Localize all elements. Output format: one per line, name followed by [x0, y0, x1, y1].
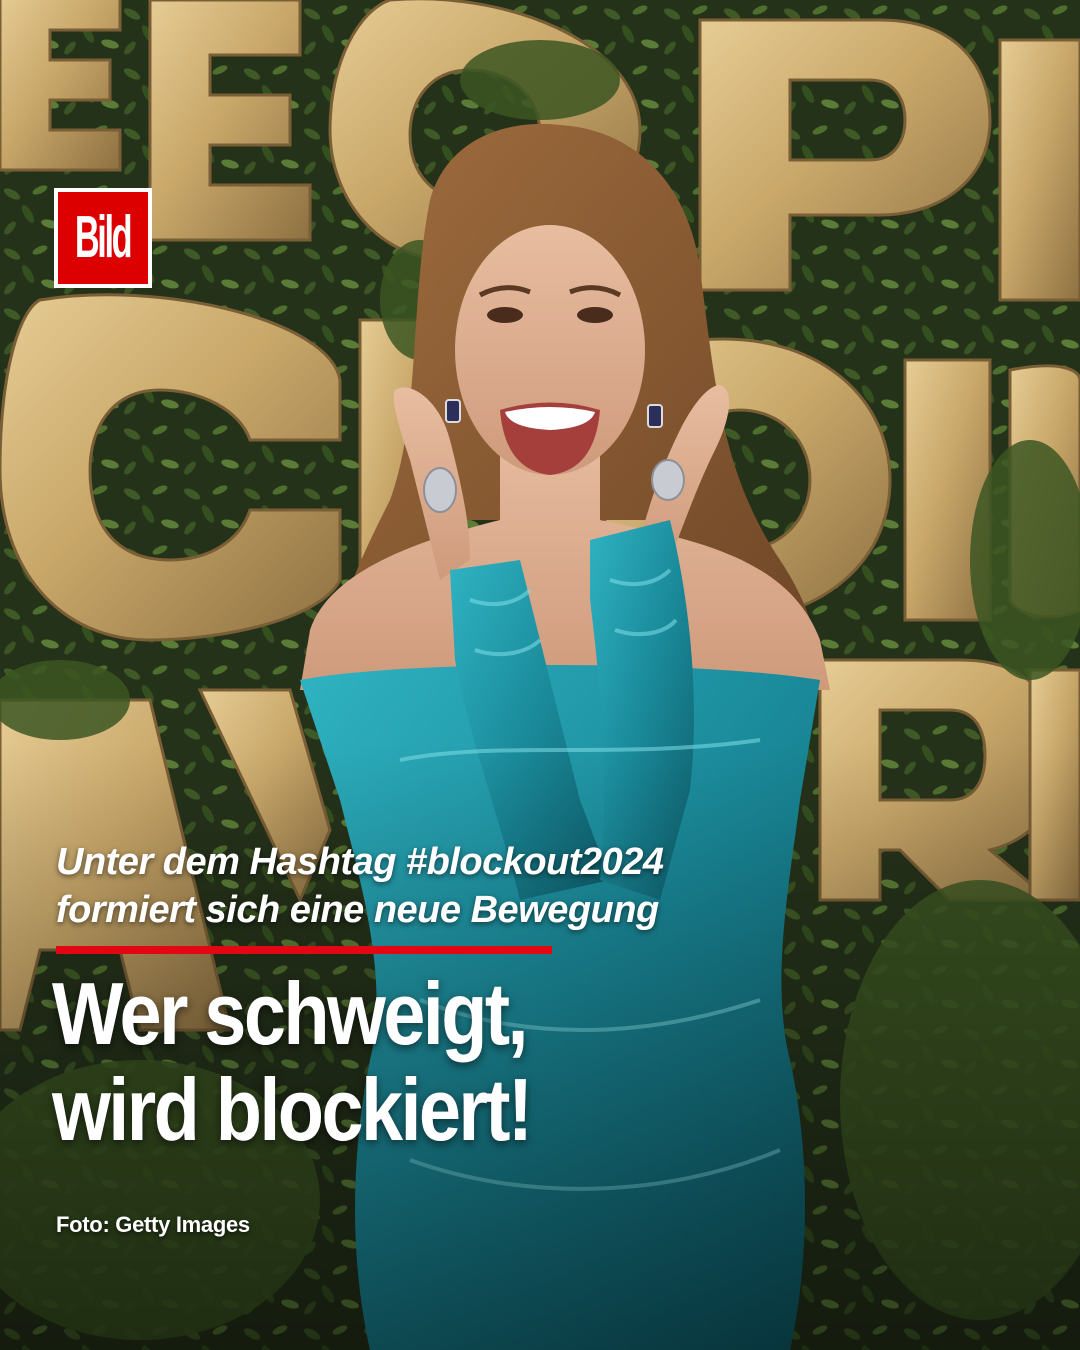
photo-credit: Foto: Getty Images [56, 1212, 250, 1237]
kicker-line-1: Unter dem Hashtag #blockout2024 [56, 841, 664, 883]
headline-line-2: wird blockiert! [52, 1060, 533, 1159]
bild-logo: Bild [54, 188, 152, 288]
kicker-text: Unter dem Hashtag #blockout2024 formiert… [56, 838, 776, 934]
headline: Wer schweigt, wird blockiert! [52, 966, 826, 1158]
post-canvas: Bild Unter dem Hashtag #blockout2024 for… [0, 0, 1080, 1350]
bild-logo-red-box: Bild [58, 192, 148, 284]
headline-line-1: Wer schweigt, [52, 964, 529, 1063]
bild-logo-text: Bild [75, 204, 133, 271]
kicker-line-2: formiert sich eine neue Bewegung [56, 889, 659, 931]
red-divider-rule [56, 946, 552, 954]
